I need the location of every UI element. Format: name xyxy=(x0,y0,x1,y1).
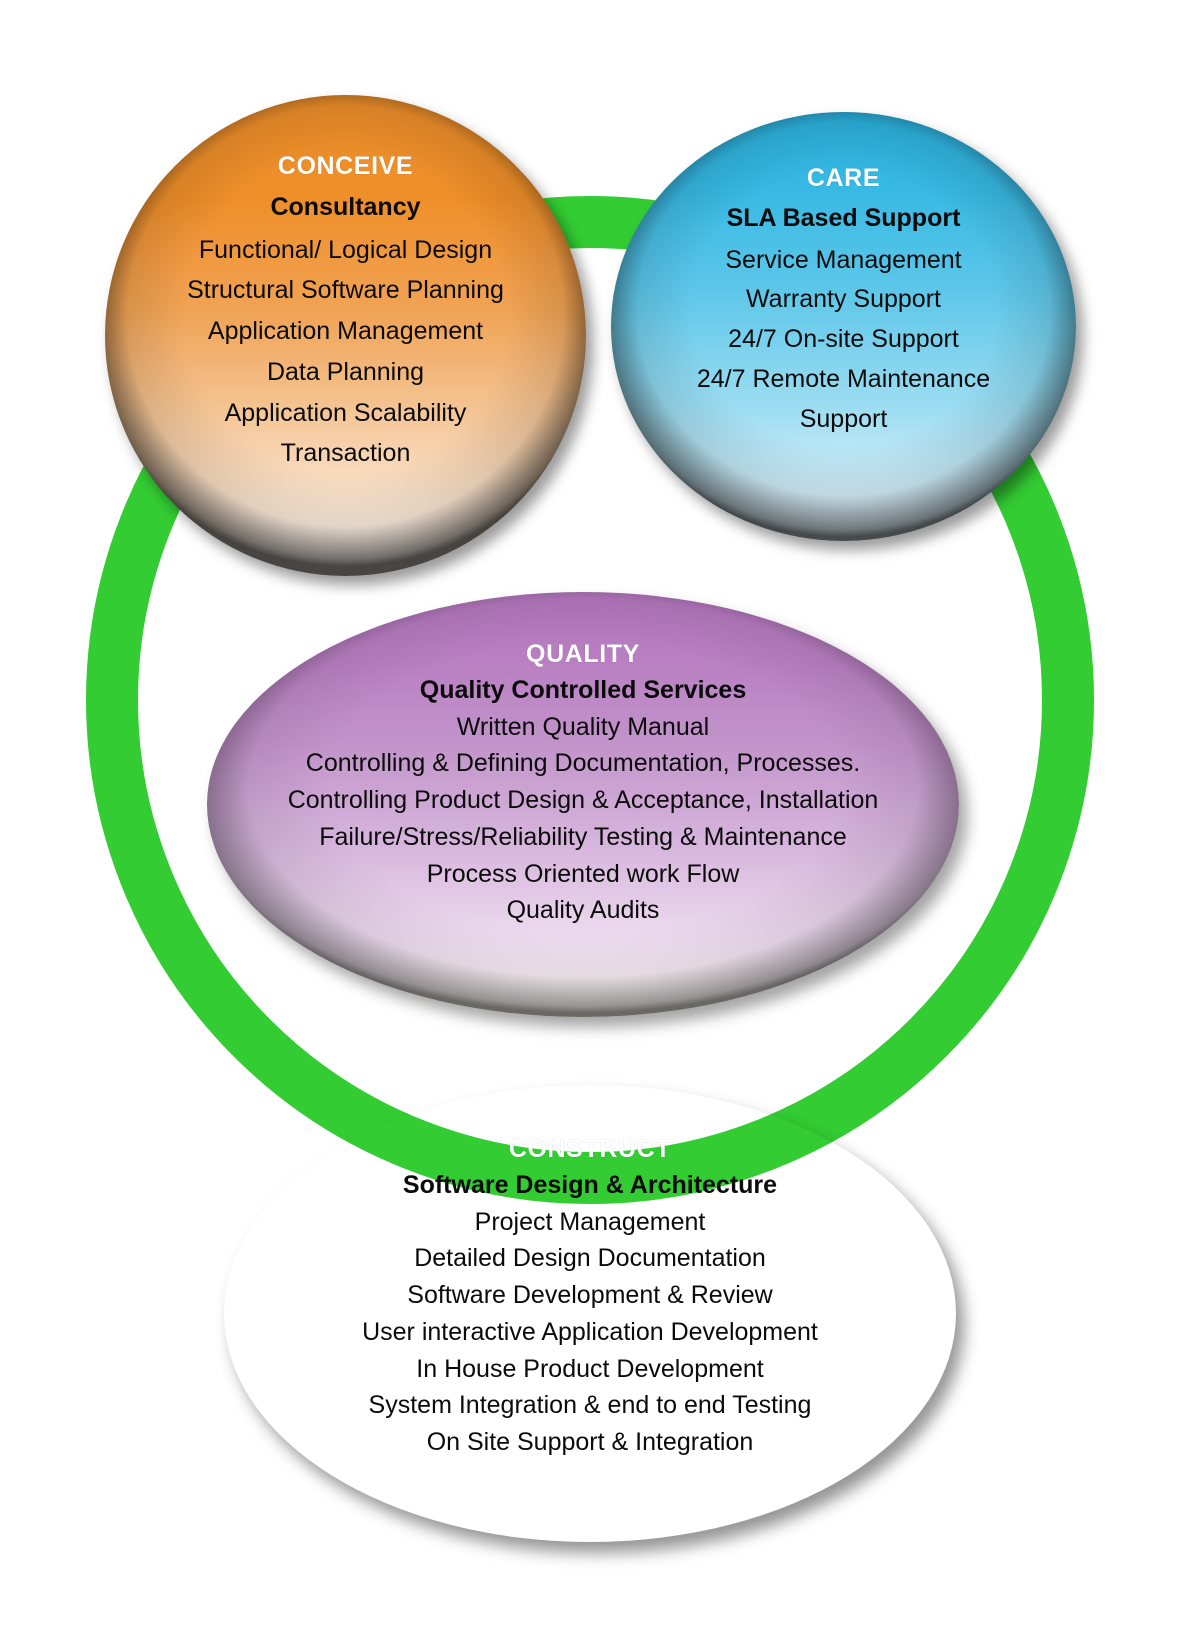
list-item: Failure/Stress/Reliability Testing & Mai… xyxy=(319,822,847,851)
list-item: Process Oriented work Flow xyxy=(426,859,740,888)
node-conceive-subtitle: Consultancy xyxy=(270,193,421,221)
list-item: Application Scalability xyxy=(224,398,467,427)
node-construct-title: CONSTRUCT xyxy=(508,1135,672,1163)
node-conceive[interactable]: CONCEIVE Consultancy Functional/ Logical… xyxy=(105,95,586,576)
node-conceive-title: CONCEIVE xyxy=(277,152,414,180)
list-item: 24/7 On-site Support xyxy=(728,325,959,353)
list-item: Software Development & Review xyxy=(407,1281,773,1309)
list-item: System Integration & end to end Testing xyxy=(368,1391,812,1420)
list-item: User interactive Application Development xyxy=(362,1317,818,1346)
list-item: Support xyxy=(799,404,888,433)
list-item: Transaction xyxy=(280,439,411,468)
list-item: Project Management xyxy=(474,1207,706,1236)
list-item: Warranty Support xyxy=(746,285,941,314)
node-construct[interactable]: CONSTRUCT Software Design & Architecture… xyxy=(224,1085,956,1542)
list-item: Written Quality Manual xyxy=(456,712,710,741)
list-item: On Site Support & Integration xyxy=(426,1428,754,1456)
list-item: Structural Software Planning xyxy=(187,276,504,305)
node-construct-subtitle: Software Design & Architecture xyxy=(402,1171,778,1199)
node-care-subtitle: SLA Based Support xyxy=(726,204,961,232)
list-item: In House Product Development xyxy=(416,1354,764,1383)
node-care-title: CARE xyxy=(806,164,881,192)
list-item: Quality Audits xyxy=(506,896,660,925)
node-conceive-items: Functional/ Logical Design Structural Sof… xyxy=(187,236,504,481)
node-care[interactable]: CARE SLA Based Support Service Managemen… xyxy=(611,112,1076,541)
list-item: Application Management xyxy=(207,317,484,345)
node-care-items: Service Management Warranty Support 24/7 O… xyxy=(697,246,990,445)
list-item: Functional/ Logical Design xyxy=(198,235,493,264)
node-quality-items: Written Quality Manual Controlling & Defi… xyxy=(288,713,879,934)
list-item: 24/7 Remote Maintenance xyxy=(696,364,991,393)
list-item: Data Planning xyxy=(266,357,425,386)
node-quality-title: QUALITY xyxy=(526,640,640,668)
node-quality[interactable]: QUALITY Quality Controlled Services Writ… xyxy=(207,592,959,1017)
node-construct-items: Project Management Detailed Design Docume… xyxy=(362,1208,818,1465)
list-item: Detailed Design Documentation xyxy=(414,1244,766,1273)
list-item: Controlling Product Design & Acceptance,… xyxy=(287,786,879,814)
list-item: Service Management xyxy=(725,245,962,274)
list-item: Controlling & Defining Documentation, Pr… xyxy=(305,749,861,778)
node-quality-subtitle: Quality Controlled Services xyxy=(419,676,747,704)
diagram-canvas: CONCEIVE Consultancy Functional/ Logical… xyxy=(0,0,1191,1631)
